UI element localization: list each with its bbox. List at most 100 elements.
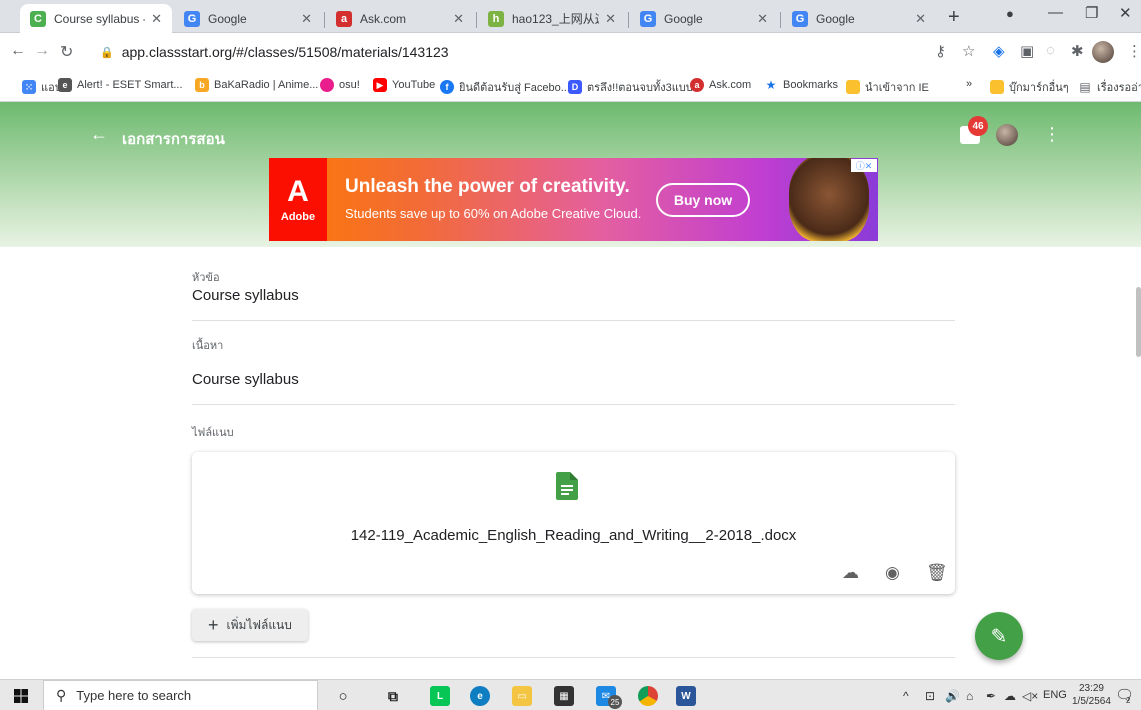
ad-choices-close-icon[interactable]: ⓘ✕: [851, 159, 877, 172]
back-arrow-icon[interactable]: ←: [90, 124, 108, 145]
back-arrow-icon[interactable]: ←: [10, 42, 26, 60]
close-window-button[interactable]: ✕: [1119, 4, 1132, 22]
google-favicon-icon: G: [640, 10, 656, 27]
bookmark-label: Ask.com: [709, 79, 752, 91]
edit-fab-button[interactable]: ✎: [975, 612, 1023, 660]
reload-icon[interactable]: ↻: [60, 42, 73, 62]
bookmarks-overflow-icon[interactable]: »: [966, 78, 972, 90]
delete-trash-icon[interactable]: 🗑: [926, 563, 948, 583]
address-bar[interactable]: 🔒 app.classstart.org/#/classes/51508/mat…: [100, 35, 990, 69]
new-tab-button[interactable]: +: [948, 7, 960, 27]
bookmark-label: YouTube: [392, 79, 436, 91]
ad-buy-now-button[interactable]: Buy now: [656, 183, 750, 217]
close-tab-icon[interactable]: ✕: [301, 11, 312, 27]
word-icon[interactable]: W: [676, 686, 696, 706]
lock-icon: 🔒: [100, 46, 114, 59]
maximize-button[interactable]: ❐: [1085, 4, 1098, 22]
language-indicator[interactable]: ENG: [1043, 689, 1067, 701]
task-view-icon[interactable]: ⧉: [383, 686, 403, 706]
material-content: หัวข้อ Course syllabus เนื้อหา Course sy…: [0, 247, 1141, 679]
tab-google-2[interactable]: G Google ✕: [630, 4, 778, 33]
cortana-icon[interactable]: ○: [333, 686, 353, 706]
windows-start-icon[interactable]: [14, 689, 28, 703]
extension-ghost-icon[interactable]: ◌: [1046, 42, 1055, 59]
bookmark-label: ยินดีต้อนรับสู่ Facebo...: [459, 82, 570, 94]
pen-icon[interactable]: ✒: [986, 689, 996, 703]
add-attachment-button[interactable]: + เพิ่มไฟล์แนบ: [192, 609, 308, 641]
divider: [192, 320, 955, 321]
bookmark-reading-list[interactable]: ▤ เรื่องรออ่าน: [1078, 78, 1141, 96]
tab-ask[interactable]: a Ask.com ✕: [326, 4, 474, 33]
browser-tab-strip: C Course syllabus - เอกส ✕ G Google ✕ a …: [0, 0, 1141, 34]
minimize-button[interactable]: —: [1048, 4, 1063, 21]
close-tab-icon[interactable]: ✕: [915, 11, 926, 27]
notification-center-icon[interactable]: 🗨: [1115, 686, 1134, 704]
bookmark-facebook[interactable]: f ยินดีต้อนรับสู่ Facebo...: [440, 78, 570, 96]
shield-extension-icon[interactable]: ◈: [993, 42, 1005, 60]
bookmark-apps[interactable]: ⁙ แอป: [22, 78, 62, 96]
edge-icon[interactable]: e: [470, 686, 490, 706]
ad-subline: Students save up to 60% on Adobe Creativ…: [345, 206, 642, 221]
windows-taskbar: ⚲ Type here to search ○ ⧉ L e ▭ ▦ ✉ 25 W…: [0, 679, 1141, 710]
tab-google-3[interactable]: G Google ✕: [782, 4, 936, 33]
more-vert-icon[interactable]: ⋮: [1043, 124, 1061, 145]
osu-icon: [320, 78, 334, 92]
tray-chevron-icon[interactable]: ^: [903, 689, 909, 703]
bookmark-bakaradio[interactable]: b BaKaRadio | Anime...: [195, 78, 318, 92]
file-explorer-icon[interactable]: ▭: [512, 686, 532, 706]
download-cloud-icon[interactable]: ☁: [842, 563, 859, 583]
folder-icon: [990, 80, 1004, 94]
document-icon: [556, 472, 578, 500]
ad-headline: Unleash the power of creativity.: [345, 176, 630, 197]
adobe-logo: A Adobe: [269, 158, 327, 241]
bookmark-dailymotion[interactable]: D ตรลึง!!ตอนจบทั้ง3แบบ...: [568, 78, 702, 96]
clock-time: 23:29: [1078, 683, 1104, 694]
bookmark-eset[interactable]: e Alert! - ESET Smart...: [58, 78, 183, 92]
bakaradio-icon: b: [195, 78, 209, 92]
meet-now-icon[interactable]: ⊡: [925, 689, 935, 703]
tab-course-syllabus[interactable]: C Course syllabus - เอกส ✕: [20, 4, 172, 34]
bookmark-osu[interactable]: osu!: [320, 78, 360, 92]
network-icon[interactable]: ⌂: [966, 689, 973, 703]
attachment-file-name[interactable]: 142-119_Academic_English_Reading_and_Wri…: [192, 527, 955, 544]
key-icon[interactable]: ⚷: [935, 42, 946, 60]
speaker-mute-icon[interactable]: ◁×: [1022, 689, 1038, 703]
advertisement-banner[interactable]: A Adobe Unleash the power of creativity.…: [269, 158, 878, 241]
adobe-logo-icon: A: [287, 174, 309, 208]
bookmark-label: นำเข้าจาก IE: [865, 82, 929, 94]
puzzle-extension-icon[interactable]: ✱: [1071, 42, 1084, 60]
store-icon[interactable]: ▦: [554, 686, 574, 706]
taskbar-search-input[interactable]: ⚲ Type here to search: [43, 680, 318, 710]
close-tab-icon[interactable]: ✕: [453, 11, 464, 27]
tab-google-1[interactable]: G Google ✕: [174, 4, 322, 33]
close-tab-icon[interactable]: ✕: [757, 11, 768, 27]
chrome-icon[interactable]: [638, 686, 658, 706]
line-app-icon[interactable]: L: [430, 686, 450, 706]
bookmark-youtube[interactable]: ▶ YouTube: [373, 78, 435, 92]
view-eye-icon[interactable]: ◉: [885, 563, 900, 583]
page-scrollbar[interactable]: [1136, 287, 1141, 357]
browser-menu-icon[interactable]: ⋮: [1127, 42, 1141, 60]
close-tab-icon[interactable]: ✕: [605, 11, 616, 27]
bookmark-other[interactable]: บุ๊กมาร์กอื่นๆ: [990, 78, 1069, 96]
tab-hao123[interactable]: h hao123_上网从这里开 ✕: [478, 4, 626, 33]
cloud-icon[interactable]: ☁: [1004, 689, 1016, 703]
user-avatar[interactable]: [996, 124, 1018, 146]
bookmarks-bar: ⁙ แอป e Alert! - ESET Smart... b BaKaRadio …: [0, 71, 1141, 102]
forward-arrow-icon[interactable]: →: [34, 42, 50, 60]
profile-avatar[interactable]: [1092, 41, 1114, 63]
dailymotion-icon: D: [568, 80, 582, 94]
search-icon: ⚲: [56, 687, 67, 703]
bookmark-ask[interactable]: a Ask.com: [690, 78, 751, 92]
content-label: เนื้อหา: [192, 340, 224, 352]
close-tab-icon[interactable]: ✕: [151, 11, 162, 27]
bookmark-star-icon[interactable]: ☆: [962, 42, 975, 60]
extension-box-icon[interactable]: ▣: [1020, 42, 1034, 60]
profile-circle-icon[interactable]: ●: [1006, 6, 1014, 21]
bookmark-import-ie[interactable]: นำเข้าจาก IE: [846, 78, 929, 96]
system-clock[interactable]: 23:29 1/5/2564: [1072, 682, 1111, 708]
tab-title: Ask.com: [360, 11, 407, 26]
attachment-card[interactable]: 142-119_Academic_English_Reading_and_Wri…: [192, 452, 955, 594]
bookmark-bookmarks[interactable]: ★ Bookmarks: [764, 78, 838, 92]
volume-icon[interactable]: 🔊: [945, 689, 960, 703]
